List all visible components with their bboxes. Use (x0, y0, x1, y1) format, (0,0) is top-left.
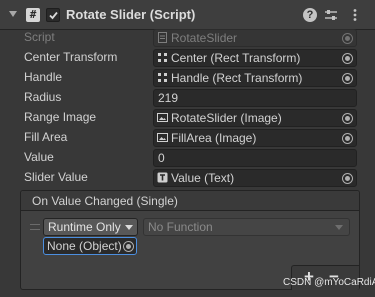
property-label: Script (24, 30, 55, 44)
object-picker-icon[interactable] (342, 173, 353, 184)
property-row-fill-area: Fill Area FillArea (Image) (0, 129, 375, 147)
event-header: On Value Changed (Single) (21, 191, 359, 211)
function-dropdown[interactable]: No Function (143, 218, 350, 236)
component-title: Rotate Slider (Script) (66, 7, 196, 22)
object-picker-icon[interactable] (342, 53, 353, 64)
watermark-text: CSDN @mYoCaRdiA (283, 277, 375, 288)
property-label: Fill Area (24, 130, 68, 144)
property-label: Range Image (24, 110, 97, 124)
property-label: Center Transform (24, 50, 118, 64)
property-row-slider-value: Slider Value Value (Text) (0, 169, 375, 187)
property-row-radius: Radius 219 (0, 89, 375, 107)
target-object-field[interactable]: None (Object) (43, 237, 137, 255)
field-value: Value (Text) (171, 171, 235, 185)
radius-input[interactable]: 219 (153, 89, 357, 107)
property-row-center-transform: Center Transform Center (Rect Transform) (0, 49, 375, 67)
image-icon (157, 111, 168, 122)
inspector-panel: # Rotate Slider (Script) ? Script Rotate… (0, 0, 375, 297)
target-value: None (Object) (47, 239, 122, 253)
property-row-script: Script RotateSlider (0, 29, 375, 47)
on-value-changed-event: On Value Changed (Single) Runtime Only N… (20, 190, 360, 290)
property-label: Slider Value (24, 170, 88, 184)
object-picker-icon[interactable] (123, 241, 134, 252)
script-icon: # (26, 8, 40, 22)
field-value: Center (Rect Transform) (171, 51, 301, 65)
field-value: RotateSlider (Image) (171, 111, 282, 125)
property-row-handle: Handle Handle (Rect Transform) (0, 69, 375, 87)
enabled-checkbox[interactable] (46, 8, 60, 22)
object-picker-icon[interactable] (342, 113, 353, 124)
text-icon (157, 171, 168, 183)
range-image-field[interactable]: RotateSlider (Image) (153, 109, 357, 127)
event-title: On Value Changed (Single) (32, 194, 178, 208)
field-value: Handle (Rect Transform) (171, 71, 303, 85)
field-value: RotateSlider (171, 31, 238, 45)
field-value: FillArea (Image) (171, 131, 257, 145)
drag-handle-icon[interactable] (30, 224, 40, 230)
property-label: Value (24, 150, 54, 164)
value-input[interactable]: 0 (153, 149, 357, 167)
fill-area-field[interactable]: FillArea (Image) (153, 129, 357, 147)
center-transform-field[interactable]: Center (Rect Transform) (153, 49, 357, 67)
rect-transform-icon (157, 51, 168, 62)
rect-transform-icon (157, 71, 168, 82)
call-state-value: Runtime Only (48, 220, 121, 234)
object-picker-icon[interactable] (342, 73, 353, 84)
script-file-icon (157, 31, 168, 43)
object-picker-icon[interactable] (342, 133, 353, 144)
property-label: Handle (24, 70, 63, 84)
property-label: Radius (24, 90, 62, 104)
script-field: RotateSlider (153, 29, 357, 47)
checkmark-icon (49, 11, 58, 20)
handle-field[interactable]: Handle (Rect Transform) (153, 69, 357, 87)
chevron-down-icon (125, 225, 133, 230)
component-header[interactable]: # Rotate Slider (Script) ? (0, 0, 375, 30)
slider-value-field[interactable]: Value (Text) (153, 169, 357, 187)
property-row-value: Value 0 (0, 149, 375, 167)
function-value: No Function (148, 220, 213, 234)
property-row-range-image: Range Image RotateSlider (Image) (0, 109, 375, 127)
chevron-down-icon (335, 225, 343, 230)
more-options-icon[interactable] (348, 8, 362, 22)
object-picker-icon (342, 33, 353, 44)
presets-icon[interactable] (324, 8, 338, 22)
foldout-arrow-icon[interactable] (9, 11, 17, 17)
help-icon[interactable]: ? (303, 8, 317, 22)
call-state-dropdown[interactable]: Runtime Only (43, 218, 138, 236)
image-icon (157, 131, 168, 142)
